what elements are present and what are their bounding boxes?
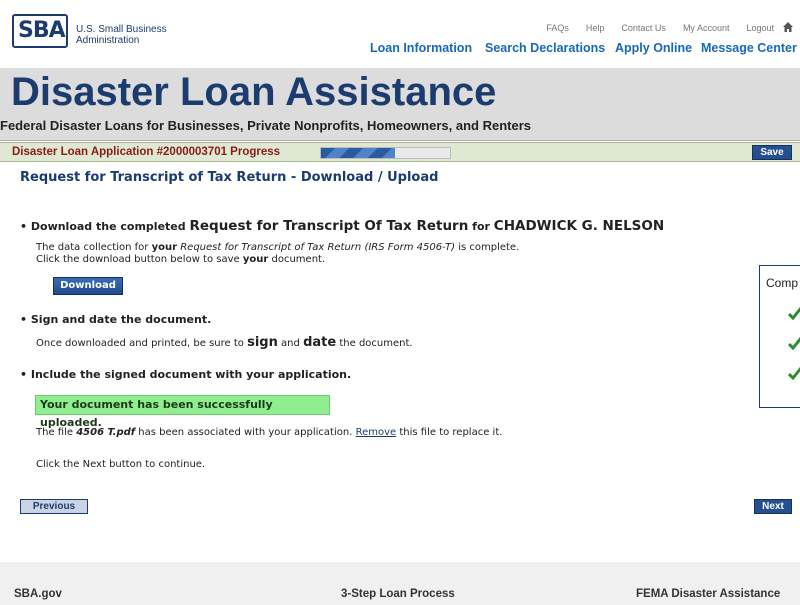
step3-heading-text: Include the signed document with your ap… bbox=[30, 368, 352, 381]
nav-apply-online[interactable]: Apply Online bbox=[615, 41, 692, 55]
bullet: • bbox=[20, 368, 31, 381]
page-title: Request for Transcript of Tax Return - D… bbox=[20, 170, 439, 185]
nav-search-declarations[interactable]: Search Declarations bbox=[485, 41, 605, 55]
step1-p1-b: your bbox=[151, 242, 178, 253]
site-header: SBA U.S. Small Business Administration F… bbox=[0, 0, 800, 68]
applicant-name: CHADWICK G. NELSON bbox=[493, 218, 665, 234]
logo-line-2: Administration bbox=[76, 35, 140, 46]
check-icon bbox=[788, 307, 800, 320]
progress-track bbox=[320, 147, 451, 159]
step1-paragraph: The data collection for your Request for… bbox=[36, 242, 519, 266]
step1-p2-b: your bbox=[242, 254, 269, 265]
nav-message-center[interactable]: Message Center bbox=[701, 41, 797, 55]
sba-logo-mark: SBA bbox=[18, 18, 66, 43]
step3-p-c: this file to replace it. bbox=[399, 427, 503, 438]
remove-file-link[interactable]: Remove bbox=[356, 427, 397, 438]
bullet: • bbox=[20, 220, 31, 233]
hero-banner: Disaster Loan Assistance Federal Disaste… bbox=[0, 68, 800, 141]
nav-loan-information[interactable]: Loan Information bbox=[370, 41, 472, 55]
step2-paragraph: Once downloaded and printed, be sure to … bbox=[36, 335, 413, 350]
step3-p-a: The file bbox=[36, 427, 74, 438]
step1-p1-a: The data collection for bbox=[36, 242, 149, 253]
utility-link-faqs[interactable]: FAQs bbox=[546, 23, 569, 33]
sba-logo[interactable]: SBA U.S. Small Business Administration bbox=[12, 14, 172, 50]
step3-p-b: has been associated with your applicatio… bbox=[138, 427, 353, 438]
footer-link-sba[interactable]: SBA.gov bbox=[14, 588, 62, 600]
home-icon[interactable] bbox=[782, 21, 794, 33]
footer-link-fema[interactable]: FEMA Disaster Assistance bbox=[636, 588, 780, 600]
check-icon bbox=[788, 337, 800, 350]
site-footer: SBA.gov 3-Step Loan Process FEMA Disaste… bbox=[0, 562, 800, 605]
step2-p-a: Once downloaded and printed, be sure to bbox=[36, 338, 244, 349]
utility-link-account[interactable]: My Account bbox=[683, 23, 730, 33]
step2-p-b: the document. bbox=[339, 338, 413, 349]
next-hint: Click the Next button to continue. bbox=[36, 459, 206, 470]
utility-link-logout[interactable]: Logout bbox=[746, 23, 774, 33]
footer-link-loan-process[interactable]: 3-Step Loan Process bbox=[341, 588, 455, 600]
completion-panel-title: Comp bbox=[766, 276, 799, 290]
download-button[interactable]: Download bbox=[53, 277, 123, 295]
step-sign-heading: • Sign and date the document. bbox=[20, 313, 211, 326]
bullet: • bbox=[20, 313, 31, 326]
step2-heading-text: Sign and date the document. bbox=[30, 313, 212, 326]
step2-date: date bbox=[303, 335, 337, 350]
banner-subtitle: Federal Disaster Loans for Businesses, P… bbox=[0, 118, 531, 133]
step3-file-paragraph: The file 4506 T.pdf has been associated … bbox=[36, 427, 502, 439]
step1-p2-c: document. bbox=[271, 254, 326, 265]
uploaded-file-name: 4506 T.pdf bbox=[76, 427, 136, 438]
completion-status-panel: Comp bbox=[759, 265, 800, 408]
utility-link-contact[interactable]: Contact Us bbox=[621, 23, 666, 33]
save-button[interactable]: Save bbox=[752, 145, 792, 160]
progress-fill bbox=[321, 148, 395, 158]
check-icon bbox=[788, 367, 800, 380]
progress-label: Disaster Loan Application #2000003701 Pr… bbox=[12, 146, 281, 158]
step1-p1-form-name: Request for Transcript of Tax Return (IR… bbox=[180, 242, 456, 253]
step2-sign: sign bbox=[247, 335, 278, 350]
banner-title: Disaster Loan Assistance bbox=[11, 70, 497, 114]
step1-p1-d: is complete. bbox=[458, 242, 520, 253]
sba-logo-text: U.S. Small Business Administration bbox=[76, 24, 167, 46]
application-progress-bar: Disaster Loan Application #2000003701 Pr… bbox=[0, 142, 800, 162]
next-button[interactable]: Next bbox=[754, 499, 792, 514]
step1-lead: Download the completed bbox=[30, 220, 186, 233]
utility-link-help[interactable]: Help bbox=[586, 23, 605, 33]
step1-doc-name: Request for Transcript Of Tax Return bbox=[189, 218, 469, 234]
logo-line-1: U.S. Small Business bbox=[76, 24, 167, 35]
previous-button[interactable]: Previous bbox=[20, 499, 88, 514]
utility-nav: FAQs Help Contact Us My Account Logout bbox=[529, 23, 774, 33]
step-include-heading: • Include the signed document with your … bbox=[20, 368, 351, 381]
step2-and: and bbox=[281, 338, 300, 349]
step1-p2-a: Click the download button below to save bbox=[36, 254, 240, 265]
step-download-heading: • Download the completed Request for Tra… bbox=[20, 218, 664, 234]
upload-success-message: Your document has been successfully uplo… bbox=[35, 395, 330, 429]
step1-for: for bbox=[472, 220, 490, 233]
